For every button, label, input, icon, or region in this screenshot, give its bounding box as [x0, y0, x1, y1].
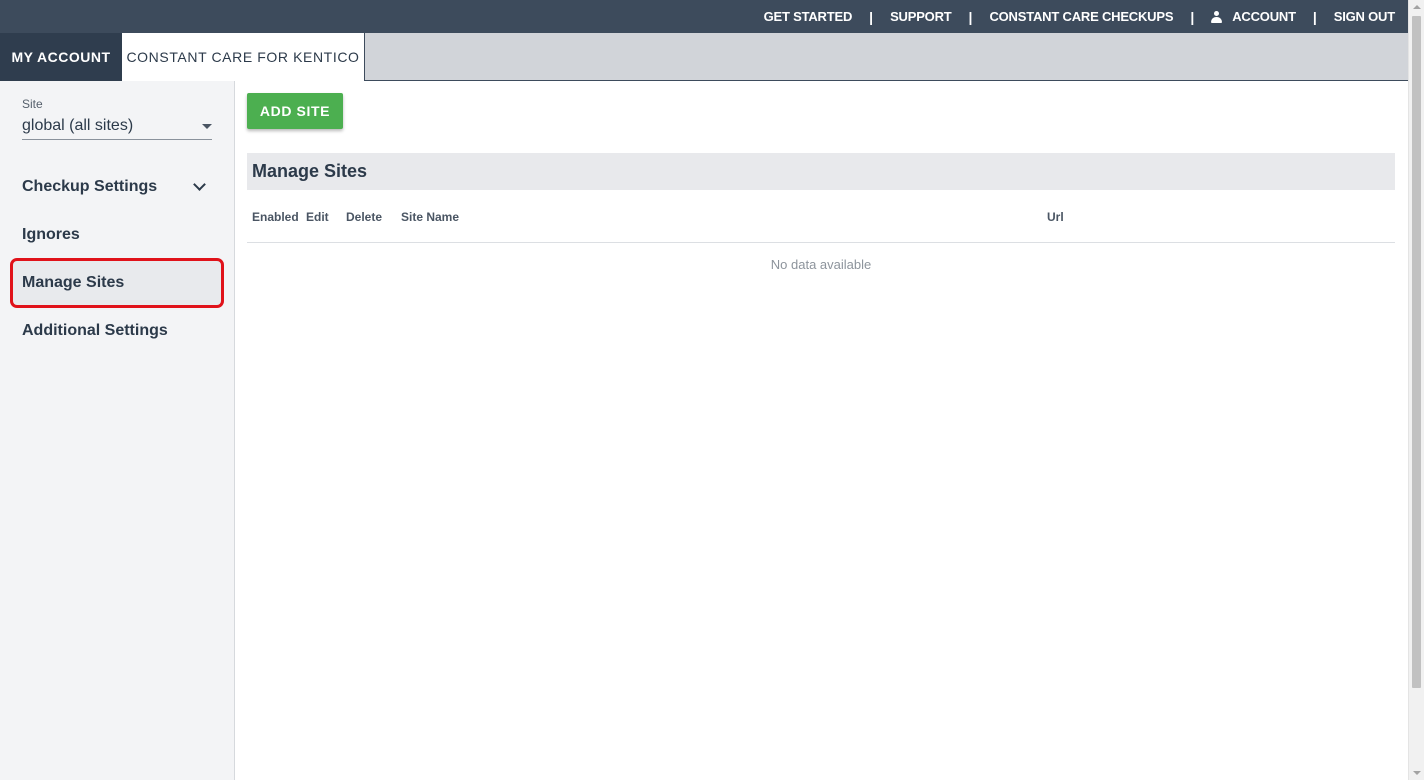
section-title: Manage Sites	[247, 153, 1395, 190]
add-site-button[interactable]: ADD SITE	[247, 93, 343, 129]
column-header-site-name[interactable]: Site Name	[401, 210, 459, 224]
scroll-up-arrow-icon[interactable]	[1413, 5, 1421, 9]
sidebar-item-manage-sites[interactable]: Manage Sites	[22, 271, 212, 295]
nav-separator: |	[869, 8, 874, 25]
main-content: ADD SITE Manage Sites Enabled Edit Delet…	[235, 81, 1408, 780]
sidebar-item-label: Additional Settings	[22, 322, 168, 339]
top-nav-bar: GET STARTED | SUPPORT | CONSTANT CARE CH…	[0, 0, 1408, 33]
scrollbar-thumb[interactable]	[1412, 16, 1421, 688]
account-link[interactable]: ACCOUNT	[1211, 9, 1296, 24]
account-link-label: ACCOUNT	[1232, 9, 1296, 24]
sidebar-item-label: Manage Sites	[22, 274, 125, 291]
nav-separator: |	[1190, 8, 1195, 25]
site-select-field[interactable]: global (all sites)	[22, 113, 212, 140]
tab-constant-care-for-kentico[interactable]: CONSTANT CARE FOR KENTICO	[122, 33, 365, 81]
sidebar-item-ignores[interactable]: Ignores	[22, 223, 212, 247]
sign-out-link[interactable]: SIGN OUT	[1334, 9, 1395, 24]
column-header-url[interactable]: Url	[1047, 210, 1064, 224]
page-scrollbar[interactable]	[1408, 0, 1424, 780]
tab-bar: MY ACCOUNT CONSTANT CARE FOR KENTICO	[0, 33, 1408, 81]
support-link[interactable]: SUPPORT	[890, 9, 952, 24]
user-icon	[1211, 10, 1223, 23]
column-header-enabled[interactable]: Enabled	[252, 210, 299, 224]
empty-table-message: No data available	[770, 257, 872, 272]
sidebar-item-label: Checkup Settings	[22, 178, 158, 195]
column-header-edit[interactable]: Edit	[306, 210, 329, 224]
site-select-value: global (all sites)	[22, 117, 134, 134]
sidebar: Site global (all sites) Checkup Settings…	[0, 81, 235, 780]
sidebar-item-additional-settings[interactable]: Additional Settings	[22, 319, 212, 343]
tab-my-account[interactable]: MY ACCOUNT	[0, 33, 122, 81]
nav-separator: |	[968, 8, 973, 25]
site-select[interactable]: Site global (all sites)	[22, 97, 212, 140]
chevron-down-icon[interactable]	[193, 178, 206, 191]
caret-down-icon	[202, 123, 212, 129]
column-header-delete[interactable]: Delete	[346, 210, 382, 224]
site-select-label: Site	[22, 97, 43, 111]
sidebar-item-label: Ignores	[22, 226, 80, 243]
get-started-link[interactable]: GET STARTED	[764, 9, 853, 24]
sidebar-item-checkup-settings[interactable]: Checkup Settings	[22, 175, 212, 199]
table-header: Enabled Edit Delete Site Name Url	[247, 206, 1395, 243]
scroll-down-arrow-icon[interactable]	[1413, 771, 1421, 775]
nav-separator: |	[1312, 8, 1317, 25]
constant-care-checkups-link[interactable]: CONSTANT CARE CHECKUPS	[989, 9, 1173, 24]
